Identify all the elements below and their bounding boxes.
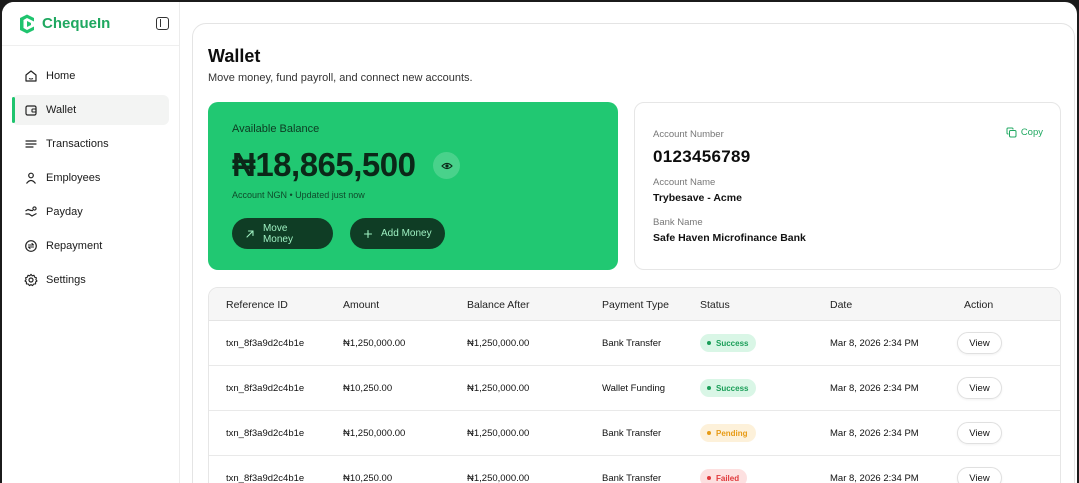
copy-label: Copy (1020, 127, 1043, 138)
copy-account-button[interactable]: Copy (1006, 127, 1043, 138)
home-icon (25, 70, 37, 82)
cell-amount: ₦10,250.00 (343, 473, 393, 483)
cell-date: Mar 8, 2026 2:34 PM (830, 338, 919, 349)
cell-reference: txn_8f3a9d2c4b1e (226, 428, 305, 439)
gear-icon (24, 273, 38, 287)
transactions-table: Reference ID Amount Balance After Paymen… (208, 287, 1061, 483)
column-header-reference: Reference ID (226, 299, 288, 311)
app-window: ChequeIn Home Wallet Transactions Employ… (0, 0, 1079, 483)
sidebar-item-label: Payday (46, 206, 83, 218)
sidebar-item-transactions[interactable]: Transactions (12, 129, 169, 159)
page-subtitle: Move money, fund payroll, and connect ne… (208, 72, 473, 84)
sidebar-item-label: Transactions (46, 138, 109, 150)
sidebar-item-employees[interactable]: Employees (12, 163, 169, 193)
move-money-label: Move Money (262, 222, 293, 245)
cell-reference: txn_8f3a9d2c4b1e (226, 473, 305, 483)
column-header-payment-type: Payment Type (602, 299, 669, 311)
status-badge: Pending (700, 424, 756, 442)
status-badge: Success (700, 334, 757, 352)
page-title: Wallet (208, 46, 261, 66)
cell-payment-type: Bank Transfer (602, 473, 662, 483)
sidebar-item-repayment[interactable]: Repayment (12, 231, 169, 261)
brand[interactable]: ChequeIn (2, 2, 179, 46)
account-details-card: Account Number Copy 0123456789 Account N… (634, 102, 1061, 270)
cell-balance-after: ₦1,250,000.00 (467, 428, 530, 439)
sidebar-item-home[interactable]: Home (12, 61, 169, 91)
balance-meta: Account NGN • Updated just now (232, 190, 365, 200)
sidebar-item-label: Home (46, 70, 76, 82)
cell-amount: ₦1,250,000.00 (343, 428, 406, 439)
cell-payment-type: Wallet Funding (602, 383, 666, 394)
sidebar: ChequeIn Home Wallet Transactions Employ… (2, 2, 180, 483)
account-name: Trybesave - Acme (653, 192, 742, 204)
sidebar-item-settings[interactable]: Settings (12, 265, 169, 295)
wallet-icon (25, 105, 37, 116)
cell-balance-after: ₦1,250,000.00 (467, 338, 530, 349)
user-icon (26, 172, 36, 184)
bank-name: Safe Haven Microfinance Bank (653, 232, 806, 244)
main-panel: Wallet Move money, fund payroll, and con… (192, 23, 1075, 483)
account-name-label: Account Name (653, 177, 716, 188)
move-money-button[interactable]: Move Money (232, 218, 333, 249)
plus-icon (363, 229, 373, 238)
cell-date: Mar 8, 2026 2:34 PM (830, 383, 919, 394)
view-button[interactable]: View (957, 467, 1002, 483)
brand-logo-icon (20, 14, 34, 33)
cell-amount: ₦10,250.00 (343, 383, 393, 394)
sidebar-item-label: Settings (46, 274, 86, 286)
column-header-balance-after: Balance After (467, 299, 530, 311)
eye-icon (440, 162, 453, 169)
cell-reference: txn_8f3a9d2c4b1e (226, 338, 305, 349)
add-money-button[interactable]: Add Money (350, 218, 445, 249)
table-row: txn_8f3a9d2c4b1e ₦10,250.00 ₦1,250,000.0… (209, 366, 1060, 411)
cell-date: Mar 8, 2026 2:34 PM (830, 428, 919, 439)
table-row: txn_8f3a9d2c4b1e ₦1,250,000.00 ₦1,250,00… (209, 321, 1060, 366)
table-header: Reference ID Amount Balance After Paymen… (209, 288, 1060, 321)
repayment-icon (25, 240, 37, 252)
balance-amount: ₦18,865,500 (232, 146, 416, 183)
sidebar-item-label: Wallet (46, 104, 77, 116)
table-row: txn_8f3a9d2c4b1e ₦10,250.00 ₦1,250,000.0… (209, 456, 1060, 483)
column-header-action: Action (964, 299, 994, 311)
copy-icon (1006, 127, 1017, 138)
sidebar-item-label: Employees (46, 172, 101, 184)
sidebar-item-payday[interactable]: Payday (12, 197, 169, 227)
brand-name: ChequeIn (42, 15, 111, 32)
cell-payment-type: Bank Transfer (602, 428, 662, 439)
arrow-up-right-icon (246, 229, 254, 238)
balance-label: Available Balance (232, 123, 320, 135)
sidebar-nav: Home Wallet Transactions Employees Payda… (2, 46, 179, 295)
balance-card: Available Balance ₦18,865,500 Account NG… (208, 102, 618, 270)
add-money-label: Add Money (381, 228, 432, 239)
toggle-balance-visibility-button[interactable] (433, 152, 460, 179)
account-number-label: Account Number (653, 129, 724, 140)
view-button[interactable]: View (957, 377, 1002, 399)
column-header-date: Date (830, 299, 853, 311)
money-icon (25, 206, 37, 217)
view-button[interactable]: View (957, 422, 1002, 444)
cell-balance-after: ₦1,250,000.00 (467, 383, 530, 394)
bank-name-label: Bank Name (653, 217, 703, 228)
status-badge: Failed (700, 469, 748, 483)
column-header-status: Status (700, 299, 730, 311)
sidebar-item-wallet[interactable]: Wallet (12, 95, 169, 125)
table-row: txn_8f3a9d2c4b1e ₦1,250,000.00 ₦1,250,00… (209, 411, 1060, 456)
account-number: 0123456789 (653, 147, 751, 166)
cell-date: Mar 8, 2026 2:34 PM (830, 473, 919, 483)
sidebar-item-label: Repayment (46, 240, 103, 252)
cell-amount: ₦1,250,000.00 (343, 338, 406, 349)
list-icon (25, 140, 37, 148)
cell-reference: txn_8f3a9d2c4b1e (226, 383, 305, 394)
cell-balance-after: ₦1,250,000.00 (467, 473, 530, 483)
cell-payment-type: Bank Transfer (602, 338, 662, 349)
sidebar-toggle-icon[interactable] (156, 17, 169, 30)
status-badge: Success (700, 379, 757, 397)
column-header-amount: Amount (343, 299, 380, 311)
view-button[interactable]: View (957, 332, 1002, 354)
